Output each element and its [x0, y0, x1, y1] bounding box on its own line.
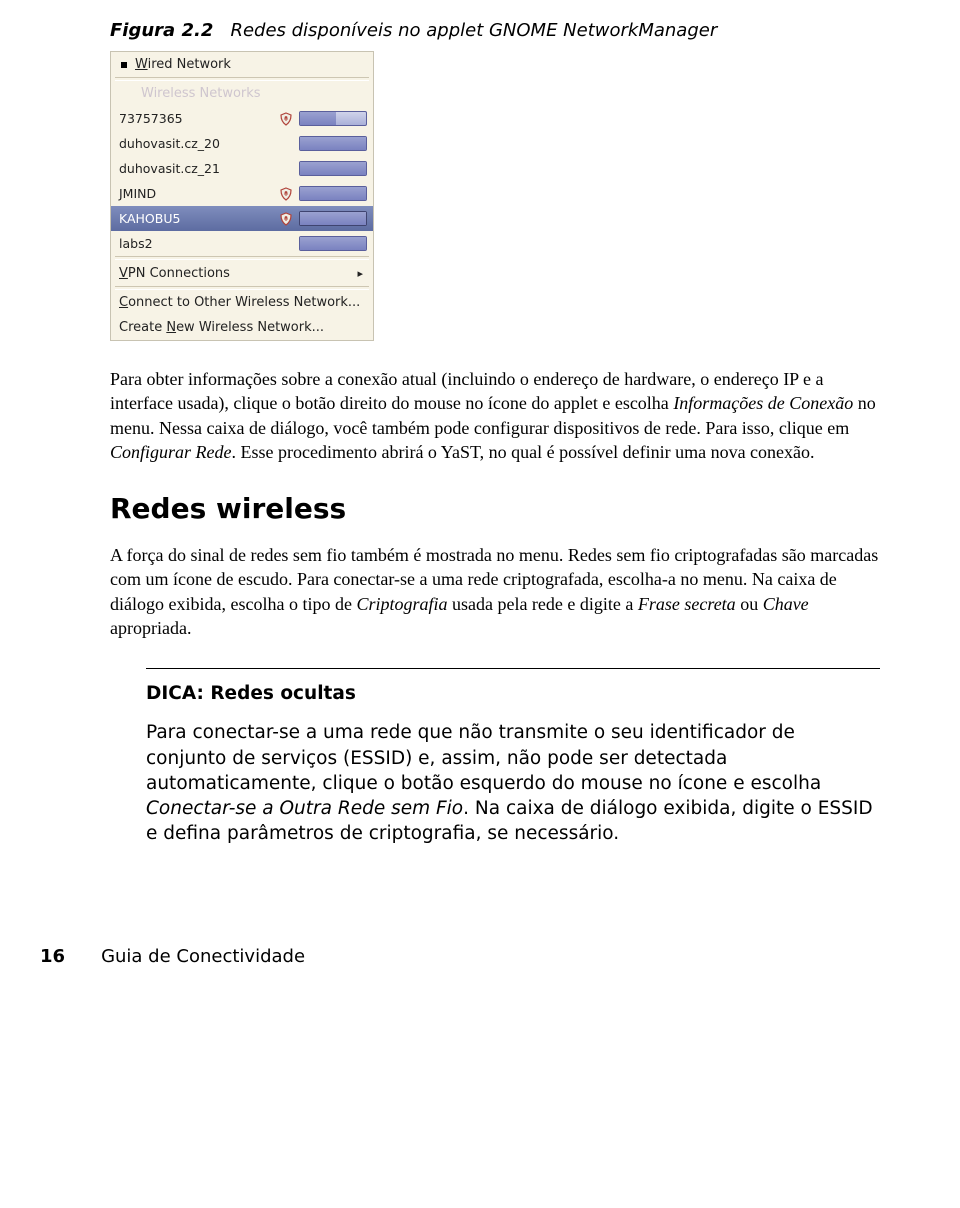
network-name-label: 73757365 — [119, 111, 279, 126]
figure-number: Figura 2.2 — [110, 20, 213, 41]
paragraph-wireless: A força do sinal de redes sem fio também… — [110, 543, 880, 640]
footer-guide-name: Guia de Conectividade — [101, 946, 305, 967]
network-name-label: KAHOBU5 — [119, 211, 279, 226]
wireless-network-item[interactable]: duhovasit.cz_21 — [111, 156, 373, 181]
signal-strength-bar — [299, 211, 367, 226]
page-footer: 16 Guia de Conectividade — [110, 946, 880, 967]
tip-body: Para conectar-se a uma rede que não tran… — [146, 720, 880, 846]
radio-selected-icon — [119, 60, 129, 70]
tip-box: DICA: Redes ocultas Para conectar-se a u… — [146, 668, 880, 846]
encrypted-shield-icon — [279, 237, 293, 251]
encrypted-shield-icon — [279, 112, 293, 126]
figure-caption: Redes disponíveis no applet GNOME Networ… — [230, 20, 717, 41]
wireless-network-item[interactable]: 73757365 — [111, 106, 373, 131]
encrypted-shield-icon — [279, 162, 293, 176]
wired-network-menuitem[interactable]: Wired Network — [111, 52, 373, 77]
encrypted-shield-icon — [279, 137, 293, 151]
signal-strength-bar — [299, 161, 367, 176]
create-new-label: Create New Wireless Network... — [119, 320, 324, 335]
wireless-network-item[interactable]: duhovasit.cz_20 — [111, 131, 373, 156]
network-name-label: duhovasit.cz_20 — [119, 136, 279, 151]
network-name-label: JMIND — [119, 186, 279, 201]
vpn-label: VPN Connections — [119, 266, 230, 281]
signal-strength-bar — [299, 186, 367, 201]
connect-other-network-menuitem[interactable]: Connect to Other Wireless Network... — [111, 290, 373, 315]
submenu-arrow-icon: ▸ — [357, 267, 363, 280]
network-name-label: labs2 — [119, 236, 279, 251]
figure-caption-line: Figura 2.2 Redes disponíveis no applet G… — [110, 20, 880, 41]
networkmanager-applet-screenshot: Wired Network Wireless Networks 73757365… — [110, 51, 374, 341]
encrypted-shield-icon — [279, 212, 293, 226]
wireless-network-item[interactable]: KAHOBU5 — [111, 206, 373, 231]
paragraph-connection-info: Para obter informações sobre a conexão a… — [110, 367, 880, 464]
connect-other-label: Connect to Other Wireless Network... — [119, 295, 360, 310]
signal-strength-bar — [299, 111, 367, 126]
encrypted-shield-icon — [279, 187, 293, 201]
wireless-network-item[interactable]: JMIND — [111, 181, 373, 206]
vpn-connections-menuitem[interactable]: VPN Connections ▸ — [111, 260, 373, 286]
create-new-network-menuitem[interactable]: Create New Wireless Network... — [111, 315, 373, 340]
signal-strength-bar — [299, 236, 367, 251]
page-number: 16 — [40, 946, 65, 967]
wireless-network-item[interactable]: labs2 — [111, 231, 373, 256]
wireless-networks-header: Wireless Networks — [111, 81, 373, 106]
section-heading-wireless: Redes wireless — [110, 492, 880, 525]
wired-label: Wired Network — [135, 57, 231, 72]
tip-title: DICA: Redes ocultas — [146, 683, 880, 704]
signal-strength-bar — [299, 136, 367, 151]
network-name-label: duhovasit.cz_21 — [119, 161, 279, 176]
